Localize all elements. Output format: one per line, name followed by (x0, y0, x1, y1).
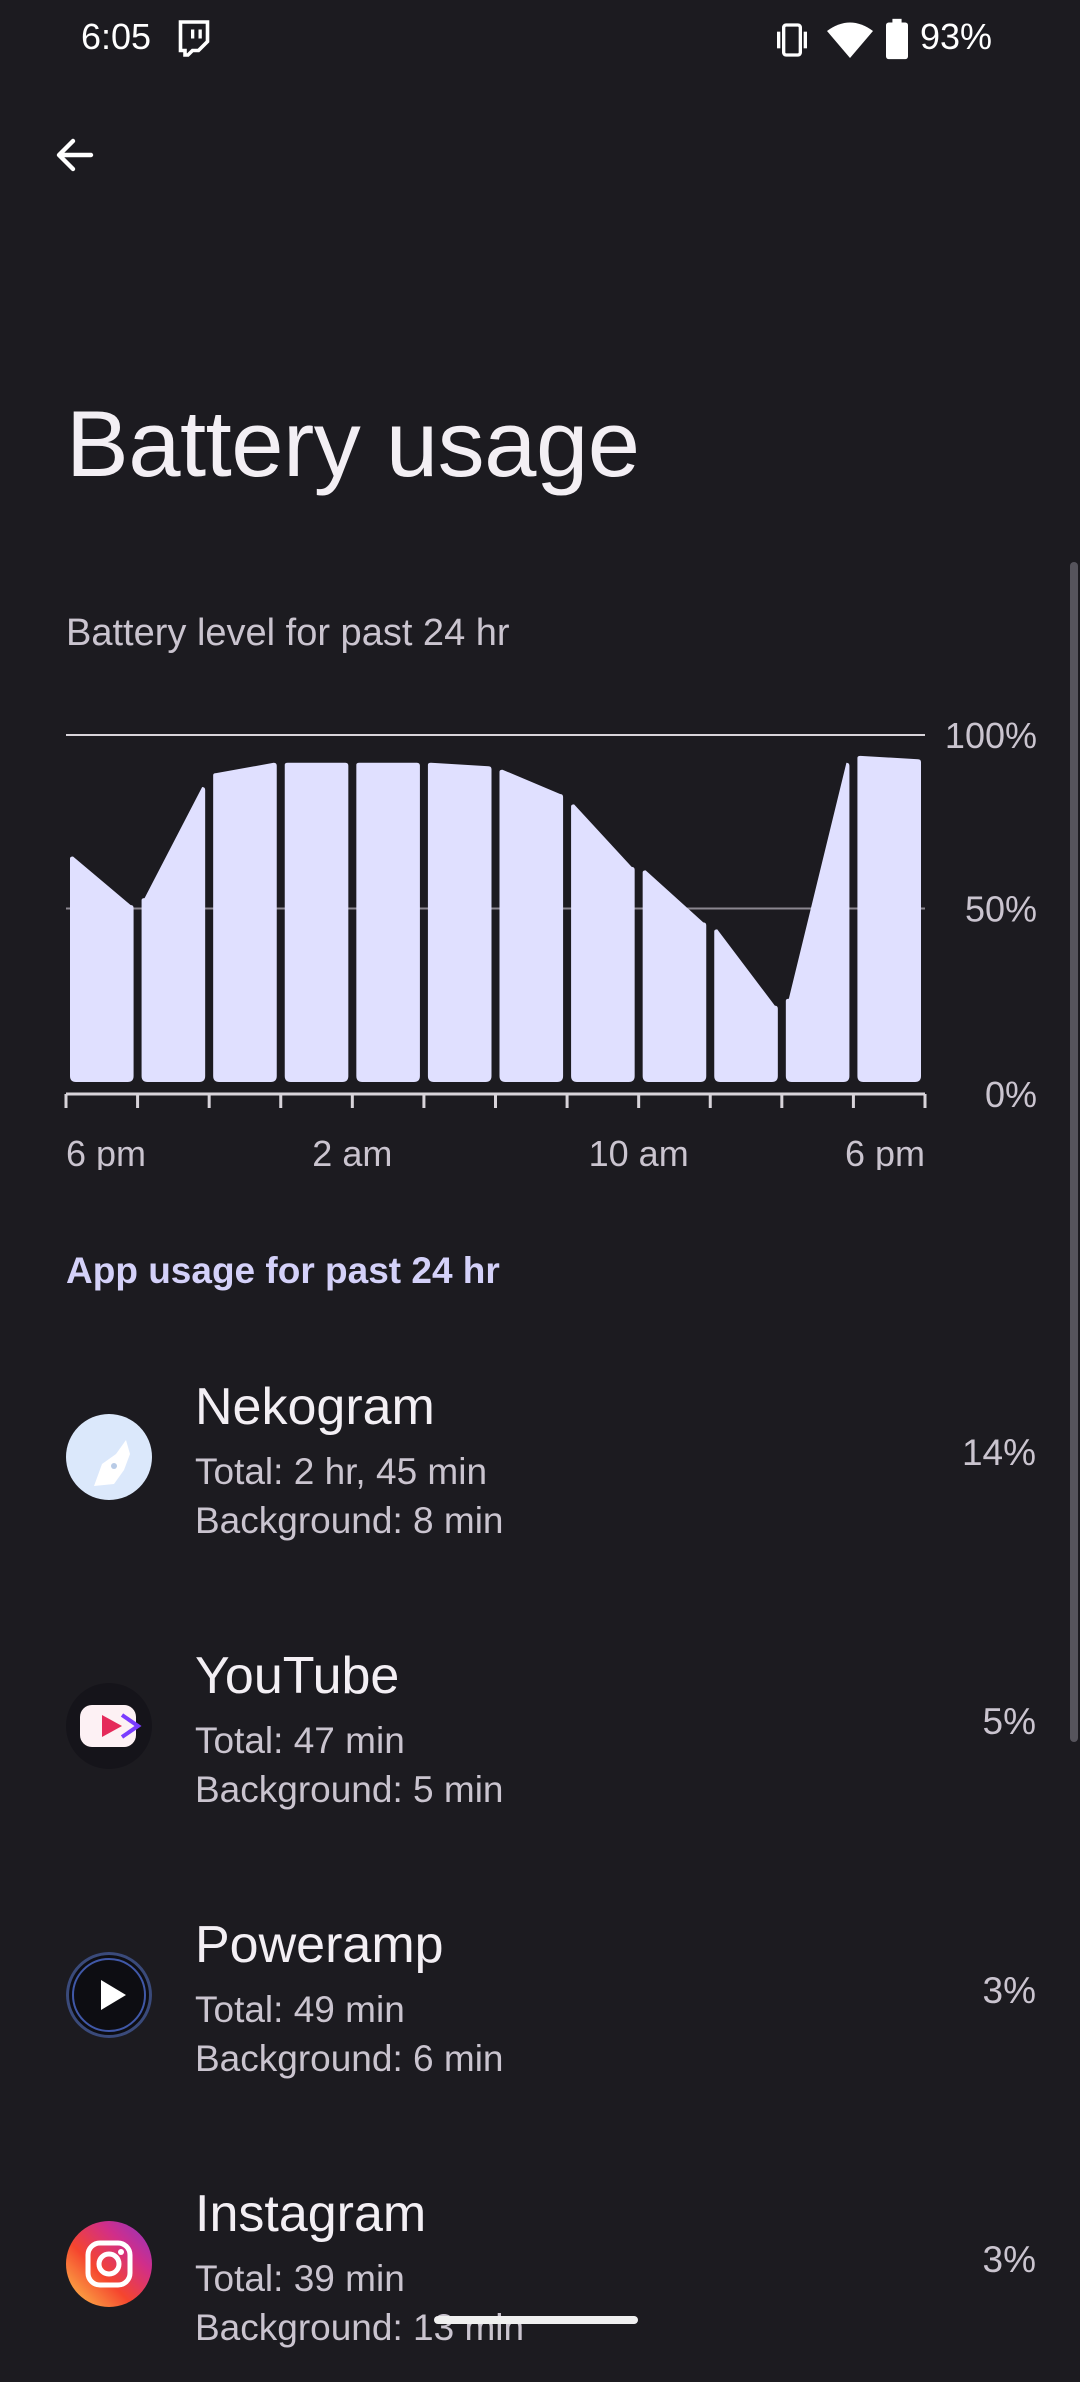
poweramp-app-icon (66, 1952, 152, 2038)
app-usage-percent: 3% (982, 2239, 1036, 2280)
wifi-icon (827, 22, 873, 58)
x-tick-label: 10 am (589, 1133, 689, 1170)
page-title: Battery usage (66, 391, 640, 496)
y-tick-label: 0% (985, 1074, 1037, 1115)
app-total-time: Total: 47 min (195, 1720, 405, 1761)
app-name: Instagram (195, 2185, 427, 2243)
app-total-time: Total: 49 min (195, 1989, 405, 2030)
y-tick-label: 100% (945, 715, 1037, 756)
x-tick-label: 2 am (312, 1133, 392, 1170)
youtube-app-icon (66, 1683, 152, 1769)
battery-bar-3[interactable] (284, 762, 349, 1082)
app-background-time: Background: 5 min (195, 1769, 504, 1810)
battery-bar-6[interactable] (499, 769, 564, 1082)
app-row-nekogram[interactable]: Nekogram Total: 2 hr, 45 min Background:… (0, 1355, 1080, 1575)
nekogram-app-icon (66, 1414, 152, 1500)
clock: 6:05 (81, 16, 152, 57)
app-row-youtube[interactable]: YouTube Total: 47 min Background: 5 min … (0, 1624, 1080, 1844)
app-row-poweramp[interactable]: Poweramp Total: 49 min Background: 6 min… (0, 1893, 1080, 2113)
battery-bar-4[interactable] (356, 762, 420, 1082)
chart-caption: Battery level for past 24 hr (66, 612, 510, 654)
status-bar: 6:05 93% (0, 0, 1080, 80)
battery-bar-8[interactable] (642, 870, 707, 1082)
scrollbar[interactable] (1070, 562, 1078, 1742)
app-background-time: Background: 8 min (195, 1500, 504, 1541)
app-name: YouTube (195, 1647, 400, 1705)
app-background-time: Background: 6 min (195, 2038, 504, 2079)
app-background-time: Background: 13 min (195, 2307, 525, 2348)
app-usage-percent: 14% (961, 1432, 1036, 1473)
instagram-app-icon (66, 2221, 152, 2307)
battery-bar-10[interactable] (785, 762, 850, 1082)
battery-bar-5[interactable] (427, 762, 492, 1082)
app-name: Nekogram (195, 1378, 435, 1436)
battery-bar-7[interactable] (571, 804, 635, 1082)
vibrate-icon (777, 23, 807, 57)
app-total-time: Total: 39 min (195, 2258, 405, 2299)
x-tick-label: 6 pm (66, 1133, 146, 1170)
back-button[interactable] (42, 122, 108, 188)
app-usage-percent: 3% (982, 1970, 1036, 2011)
battery-icon (886, 18, 908, 60)
battery-bar-2[interactable] (213, 762, 277, 1082)
app-usage-section-header: App usage for past 24 hr (66, 1250, 500, 1291)
app-usage-percent: 5% (982, 1701, 1036, 1742)
app-name: Poweramp (195, 1916, 444, 1974)
battery-bar-1[interactable] (141, 787, 206, 1082)
twitch-notification-icon (178, 20, 210, 57)
battery-percentage: 93% (920, 16, 993, 57)
y-tick-label: 50% (965, 889, 1037, 930)
battery-level-chart[interactable]: 100% 50% 0% 6 pm 2 am 10 am 6 pm (0, 690, 1080, 1170)
app-row-instagram[interactable]: Instagram Total: 39 min Background: 13 m… (0, 2162, 1080, 2382)
battery-bar-11[interactable] (857, 755, 921, 1082)
back-arrow-icon (56, 138, 94, 172)
battery-bar-0[interactable] (70, 856, 134, 1082)
gesture-nav-handle[interactable] (434, 2316, 638, 2324)
x-tick-label: 6 pm (845, 1133, 925, 1170)
battery-bar-9[interactable] (714, 929, 778, 1082)
app-total-time: Total: 2 hr, 45 min (195, 1451, 488, 1492)
